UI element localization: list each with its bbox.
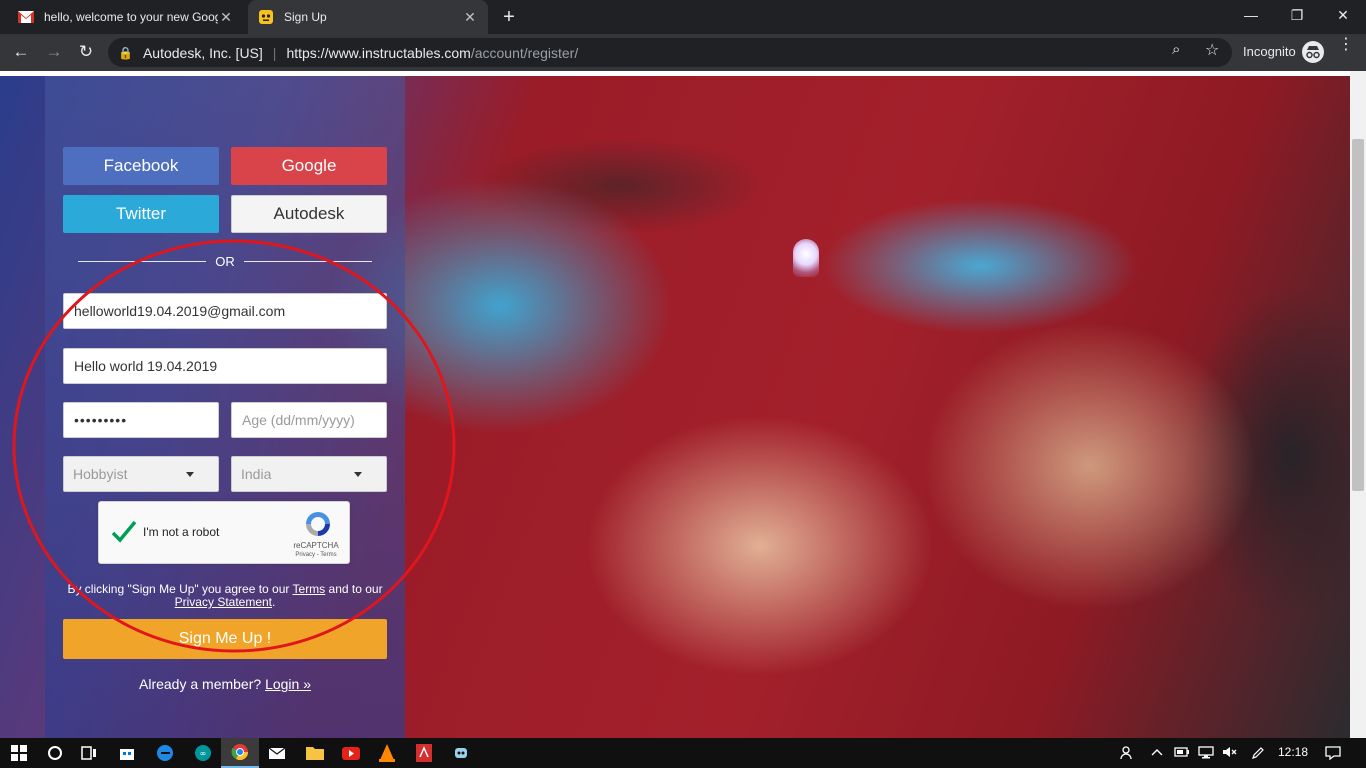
divider-line-right (244, 261, 372, 262)
role-select[interactable]: Hobbyist (63, 456, 219, 492)
battery-icon[interactable] (1174, 746, 1190, 761)
reload-icon[interactable]: ↻ (74, 40, 98, 64)
age-field[interactable]: Age (dd/mm/yyyy) (231, 402, 387, 438)
youtube-icon[interactable] (332, 738, 370, 768)
legal-middle: and to our (325, 582, 383, 596)
recaptcha-logo-icon (303, 510, 333, 538)
tab-title: hello, welcome to your new Goog (44, 10, 218, 24)
tab-title: Sign Up (284, 10, 327, 24)
menu-icon[interactable]: ⋮ (1338, 37, 1354, 53)
web-page: Facebook Google Twitter Autodesk OR hell… (0, 71, 1366, 738)
mail-icon[interactable] (258, 738, 296, 768)
task-view-icon[interactable] (70, 738, 108, 768)
browser-toolbar: ← → ↻ 🔒 Autodesk, Inc. [US] | https://ww… (0, 34, 1366, 71)
email-field[interactable]: helloworld19.04.2019@gmail.com (63, 293, 387, 329)
url-host: https://www.instructables.com (286, 44, 471, 61)
network-icon[interactable] (1198, 746, 1214, 762)
page-scrollbar[interactable] (1350, 71, 1366, 738)
forward-icon[interactable]: → (42, 40, 66, 64)
app-robot-icon[interactable] (442, 738, 480, 768)
pen-workspace-icon[interactable] (1251, 746, 1265, 763)
role-select-value: Hobbyist (73, 466, 128, 482)
taskbar-clock[interactable]: 12:18 (1278, 745, 1308, 759)
volume-muted-icon[interactable] (1222, 746, 1238, 761)
gmail-icon (18, 9, 34, 25)
incognito-label[interactable]: Incognito (1243, 44, 1296, 59)
close-window-icon[interactable]: ✕ (1320, 0, 1366, 30)
action-center-icon[interactable] (1325, 746, 1341, 763)
recaptcha-widget[interactable]: I'm not a robot reCAPTCHA Privacy - Term… (98, 501, 350, 564)
vlc-icon[interactable] (368, 738, 406, 768)
zoom-icon[interactable]: ⌕ (1172, 41, 1180, 58)
new-tab-button[interactable]: + (498, 6, 520, 28)
or-divider: OR (215, 254, 235, 269)
divider-line-left (78, 261, 206, 262)
legal-suffix: . (272, 595, 276, 609)
search-circle-icon[interactable] (36, 738, 74, 768)
site-identity[interactable]: Autodesk, Inc. [US] (143, 45, 263, 61)
recaptcha-brand: reCAPTCHA (293, 541, 339, 550)
restore-icon[interactable]: ❐ (1274, 0, 1320, 30)
incognito-icon[interactable] (1302, 41, 1324, 63)
tab-gmail[interactable]: hello, welcome to your new Goog ✕ (8, 0, 244, 34)
legal-text: By clicking "Sign Me Up" you agree to ou… (63, 583, 387, 609)
login-prompt: Already a member? Login » (63, 676, 387, 692)
checkmark-icon[interactable] (111, 517, 137, 547)
autodesk-signup-button[interactable]: Autodesk (231, 195, 387, 233)
legal-prefix: By clicking "Sign Me Up" you agree to ou… (67, 582, 293, 596)
google-signup-button[interactable]: Google (231, 147, 387, 185)
recaptcha-label: I'm not a robot (143, 525, 220, 539)
svg-text:∞: ∞ (200, 749, 207, 758)
chrome-icon[interactable] (221, 738, 259, 768)
tab-close-icon[interactable]: ✕ (218, 9, 234, 26)
file-explorer-icon[interactable] (296, 738, 334, 768)
facebook-signup-button[interactable]: Facebook (63, 147, 219, 185)
address-bar[interactable]: 🔒 Autodesk, Inc. [US] | https://www.inst… (108, 38, 1232, 67)
url-path: /account/register/ (470, 44, 579, 61)
country-select-value: India (241, 466, 272, 482)
instructables-robot-icon (258, 9, 274, 25)
country-select[interactable]: India (231, 456, 387, 492)
password-field[interactable]: ••••••••• (63, 402, 219, 438)
privacy-statement-link[interactable]: Privacy Statement (175, 595, 272, 609)
caret-down-icon (186, 472, 194, 477)
tab-close-icon[interactable]: ✕ (462, 9, 478, 26)
acrobat-icon[interactable] (405, 738, 443, 768)
windows-taskbar: ∞ 12:18 (0, 738, 1366, 768)
led-light (793, 239, 819, 277)
sign-me-up-button[interactable]: Sign Me Up ! (63, 619, 387, 659)
scrollbar-thumb[interactable] (1352, 139, 1364, 491)
bookmark-star-icon[interactable]: ☆ (1205, 40, 1219, 60)
twitter-signup-button[interactable]: Twitter (63, 195, 219, 233)
lock-icon: 🔒 (118, 45, 133, 60)
omnibox-separator: | (272, 44, 277, 61)
edge-icon[interactable] (146, 738, 184, 768)
store-icon[interactable] (108, 738, 146, 768)
login-link[interactable]: Login » (265, 676, 311, 692)
login-prompt-text: Already a member? (139, 676, 266, 692)
windows-start-icon[interactable] (0, 738, 38, 768)
tray-chevron-up-icon[interactable] (1151, 746, 1163, 760)
tab-sign-up[interactable]: Sign Up ✕ (248, 0, 488, 34)
username-field[interactable]: Hello world 19.04.2019 (63, 348, 387, 384)
tab-strip: hello, welcome to your new Goog ✕ Sign U… (0, 0, 1366, 34)
terms-link[interactable]: Terms (293, 582, 326, 596)
back-icon[interactable]: ← (9, 40, 33, 64)
caret-down-icon (354, 472, 362, 477)
recaptcha-privacy-terms[interactable]: Privacy - Terms (285, 552, 347, 558)
arduino-icon[interactable]: ∞ (184, 738, 222, 768)
people-icon[interactable] (1120, 746, 1136, 763)
minimize-icon[interactable]: — (1228, 0, 1274, 30)
